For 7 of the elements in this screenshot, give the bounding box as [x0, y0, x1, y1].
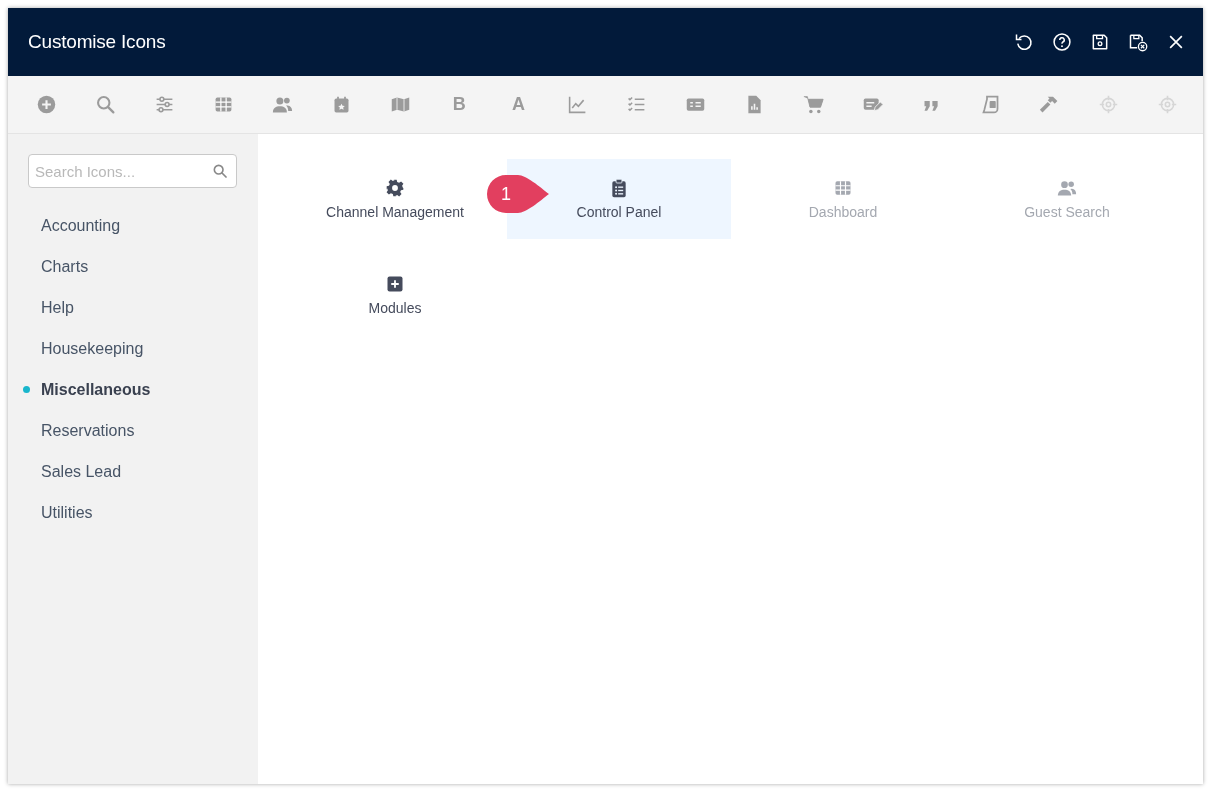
step-tooltip: 1 — [487, 175, 549, 213]
icon-label: Channel Management — [326, 204, 464, 220]
icon-label: Modules — [368, 300, 422, 316]
icon-label: Control Panel — [576, 204, 662, 220]
icon-label: Guest Search — [1024, 204, 1110, 220]
window-title: Customise Icons — [28, 31, 167, 53]
icon-label: Dashboard — [808, 204, 878, 220]
